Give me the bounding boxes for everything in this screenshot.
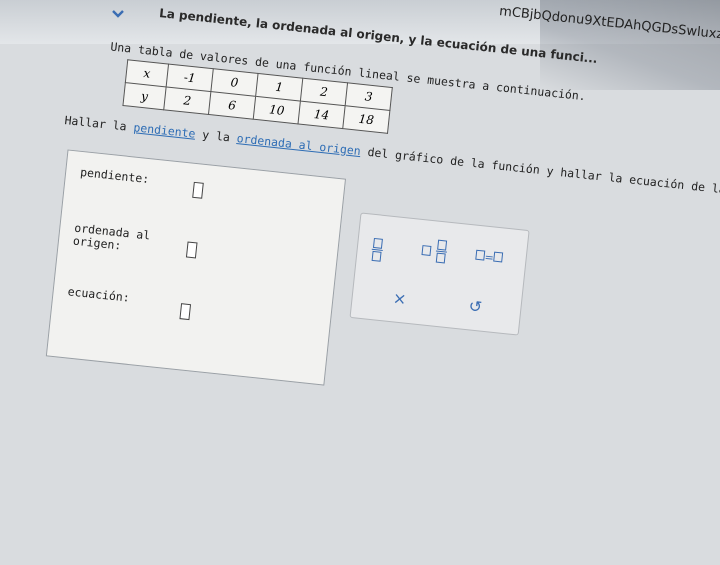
ordenada-link[interactable]: ordenada al origen bbox=[236, 131, 361, 158]
equation-template-icon[interactable]: = bbox=[475, 249, 504, 266]
table-header-y: y bbox=[122, 82, 167, 110]
table-cell: 2 bbox=[163, 86, 211, 115]
intercept-label: ordenada al origen: bbox=[72, 221, 151, 256]
instruction-suffix: del gráfico de la función y hallar la ec… bbox=[366, 144, 720, 203]
slope-label: pendiente: bbox=[79, 164, 150, 187]
table-cell: 14 bbox=[297, 101, 346, 129]
intercept-input[interactable] bbox=[185, 241, 198, 259]
undo-button[interactable]: ↺ bbox=[439, 290, 512, 324]
fraction-icon[interactable] bbox=[371, 233, 385, 262]
problem-content: Una tabla de valores de una función line… bbox=[12, 30, 720, 563]
table-cell: 10 bbox=[253, 96, 301, 124]
math-toolbar: = × ↺ bbox=[349, 212, 530, 336]
pendiente-link[interactable]: pendiente bbox=[133, 120, 196, 140]
equation-label: ecuación: bbox=[67, 284, 131, 305]
chevron-down-icon[interactable] bbox=[106, 6, 130, 24]
table-cell: 6 bbox=[208, 91, 256, 120]
instruction-mid: y la bbox=[194, 126, 238, 146]
mixed-number-icon[interactable] bbox=[421, 238, 448, 264]
answer-panel: pendiente: ordenada al origen: ecuación: bbox=[45, 149, 347, 386]
instruction-prefix: Hallar la bbox=[63, 113, 135, 135]
slope-input[interactable] bbox=[192, 181, 204, 199]
clear-button[interactable]: × bbox=[363, 282, 436, 316]
equation-input[interactable] bbox=[179, 303, 192, 321]
table-cell: 18 bbox=[342, 105, 390, 134]
